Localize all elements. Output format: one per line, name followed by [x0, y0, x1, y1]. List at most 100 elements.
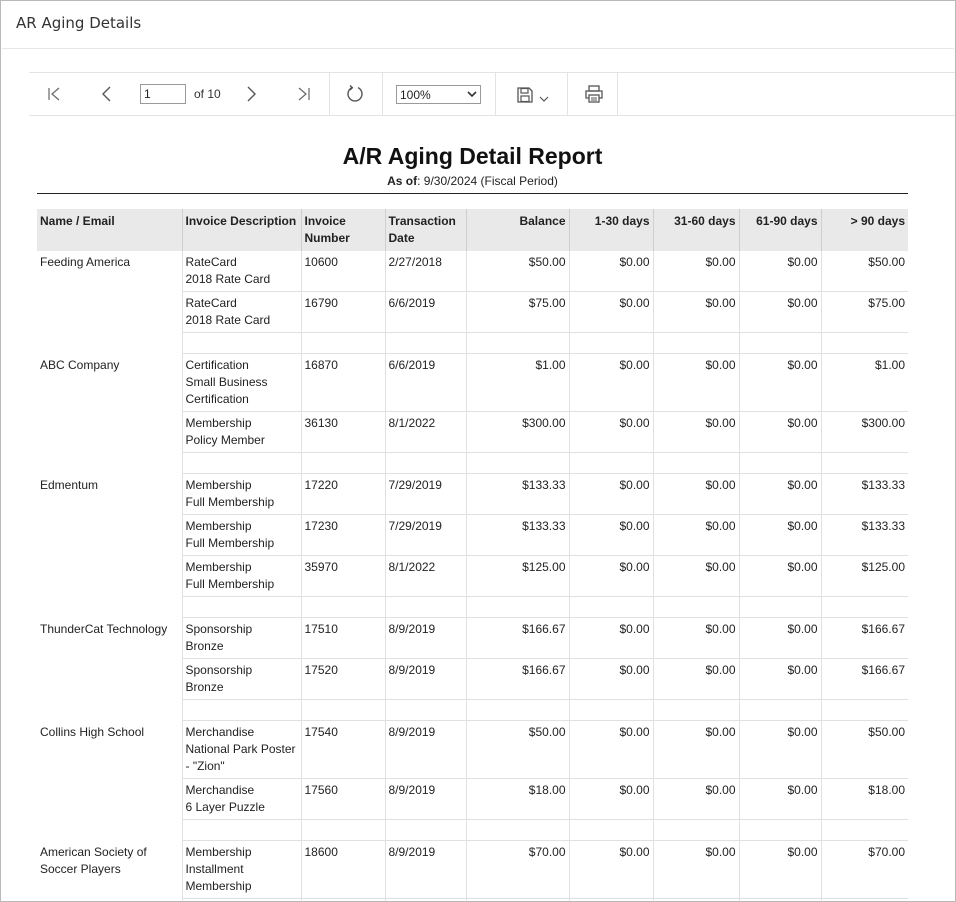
- aging-31-60-cell: $0.00: [653, 353, 740, 412]
- balance-cell: $1.00: [466, 353, 570, 412]
- invoice-description-cell: RateCard 2018 Rate Card: [182, 291, 302, 333]
- aging-over-90-cell: $133.33: [821, 514, 908, 556]
- description-line: Bronze: [185, 680, 224, 694]
- description-line: Merchandise: [185, 725, 255, 739]
- aging-61-90-cell: $0.00: [739, 353, 822, 412]
- print-button[interactable]: [582, 83, 606, 105]
- aging-1-30-cell: $0.00: [569, 514, 654, 556]
- spacer-cell: [301, 452, 386, 474]
- spacer-cell: [466, 332, 570, 354]
- description-line: Full Membership: [185, 577, 275, 591]
- description-line: - "Zion": [185, 759, 225, 773]
- refresh-button[interactable]: [343, 83, 367, 105]
- column-header-name: Name / Email: [37, 209, 183, 251]
- title-divider: [2, 48, 954, 49]
- description-line: RateCard: [185, 255, 237, 269]
- transaction-date-cell: 8/1/2022: [385, 555, 467, 597]
- spacer-cell: [385, 332, 467, 354]
- invoice-number-cell: 17540: [301, 720, 386, 779]
- invoice-description-cell: Membership Full Membership: [182, 555, 302, 597]
- last-page-button[interactable]: [293, 84, 315, 104]
- invoice-description-cell: Membership Full Membership: [182, 473, 302, 515]
- aging-31-60-cell: $0.00: [653, 617, 740, 659]
- description-line: 6 Layer Puzzle: [185, 800, 265, 814]
- customer-name-cell: ABC Company: [37, 353, 183, 474]
- description-line: Small Business: [185, 375, 268, 389]
- description-line: Installment: [185, 862, 244, 876]
- spacer-cell: [182, 898, 302, 901]
- aging-1-30-cell: $0.00: [569, 291, 654, 333]
- invoice-number-cell: 16870: [301, 353, 386, 412]
- description-line: Membership: [185, 560, 252, 574]
- transaction-date-cell: 7/29/2019: [385, 473, 467, 515]
- description-line: Merchandise: [185, 783, 255, 797]
- aging-over-90-cell: $1.00: [821, 353, 908, 412]
- column-header-balance: Balance: [466, 209, 570, 251]
- prev-page-icon: [102, 86, 111, 102]
- description-line: 2018 Rate Card: [185, 272, 271, 286]
- spacer-cell: [301, 819, 386, 841]
- spacer-cell: [301, 596, 386, 618]
- header-line: Date: [388, 231, 415, 245]
- aging-31-60-cell: $0.00: [653, 251, 740, 292]
- transaction-date-cell: 8/9/2019: [385, 720, 467, 779]
- spacer-cell: [182, 452, 302, 474]
- spacer-cell: [466, 699, 570, 721]
- zoom-select[interactable]: 100%: [396, 85, 481, 104]
- invoice-number-cell: 17560: [301, 778, 386, 820]
- transaction-date-cell: 6/6/2019: [385, 353, 467, 412]
- description-line: Policy Member: [185, 433, 265, 447]
- last-page-icon: [298, 87, 310, 101]
- balance-cell: $133.33: [466, 514, 570, 556]
- spacer-cell: [569, 452, 654, 474]
- aging-61-90-cell: $0.00: [739, 473, 822, 515]
- spacer-cell: [569, 898, 654, 901]
- as-of-label: As of: [387, 174, 418, 188]
- invoice-description-cell: Membership Installment Membership: [182, 840, 302, 899]
- customer-name-cell: American Society of Soccer Players: [37, 840, 183, 901]
- table-header-row: Name / Email Invoice Description Invoice…: [37, 209, 908, 251]
- invoice-number-cell: 17230: [301, 514, 386, 556]
- description-line: Full Membership: [185, 536, 275, 550]
- spacer-cell: [739, 596, 822, 618]
- spacer-cell: [182, 332, 302, 354]
- transaction-date-cell: 8/9/2019: [385, 617, 467, 659]
- aging-1-30-cell: $0.00: [569, 473, 654, 515]
- table-row: Edmentum Membership Full Membership 17220 7/…: [37, 473, 908, 618]
- aging-31-60-cell: $0.00: [653, 778, 740, 820]
- chevron-down-icon: [467, 91, 477, 98]
- column-header-invoice: Invoice Number: [301, 209, 386, 251]
- spacer-cell: [821, 596, 908, 618]
- invoice-number-cell: 16790: [301, 291, 386, 333]
- first-page-button[interactable]: [43, 84, 65, 104]
- customer-name-cell: Feeding America: [37, 251, 183, 354]
- report-as-of: As of: 9/30/2024 (Fiscal Period): [37, 173, 908, 191]
- aging-table: Name / Email Invoice Description Invoice…: [37, 209, 908, 901]
- spacer-cell: [821, 819, 908, 841]
- toolbar-separator: [382, 73, 383, 115]
- invoice-description-cell: Merchandise National Park Poster - "Zion": [182, 720, 302, 779]
- aging-31-60-cell: $0.00: [653, 473, 740, 515]
- invoice-number-cell: 10600: [301, 251, 386, 292]
- table-row: Collins High School Merchandise National P…: [37, 720, 908, 841]
- prev-page-button[interactable]: [96, 84, 118, 104]
- spacer-cell: [182, 699, 302, 721]
- toolbar-separator: [329, 73, 330, 115]
- aging-1-30-cell: $0.00: [569, 720, 654, 779]
- aging-61-90-cell: $0.00: [739, 251, 822, 292]
- spacer-cell: [569, 332, 654, 354]
- aging-61-90-cell: $0.00: [739, 555, 822, 597]
- aging-1-30-cell: $0.00: [569, 411, 654, 453]
- spacer-cell: [385, 452, 467, 474]
- balance-cell: $166.67: [466, 617, 570, 659]
- next-page-button[interactable]: [240, 84, 262, 104]
- export-button[interactable]: [511, 84, 553, 106]
- report-toolbar: of 10 100%: [29, 72, 955, 116]
- invoice-description-cell: Sponsorship Bronze: [182, 617, 302, 659]
- page-number-input[interactable]: [140, 84, 186, 104]
- header-line: Number: [304, 231, 350, 245]
- aging-over-90-cell: $133.33: [821, 473, 908, 515]
- aging-over-90-cell: $300.00: [821, 411, 908, 453]
- toolbar-separator: [495, 73, 496, 115]
- aging-table-body: Feeding America RateCard 2018 Rate Card 106…: [37, 251, 908, 901]
